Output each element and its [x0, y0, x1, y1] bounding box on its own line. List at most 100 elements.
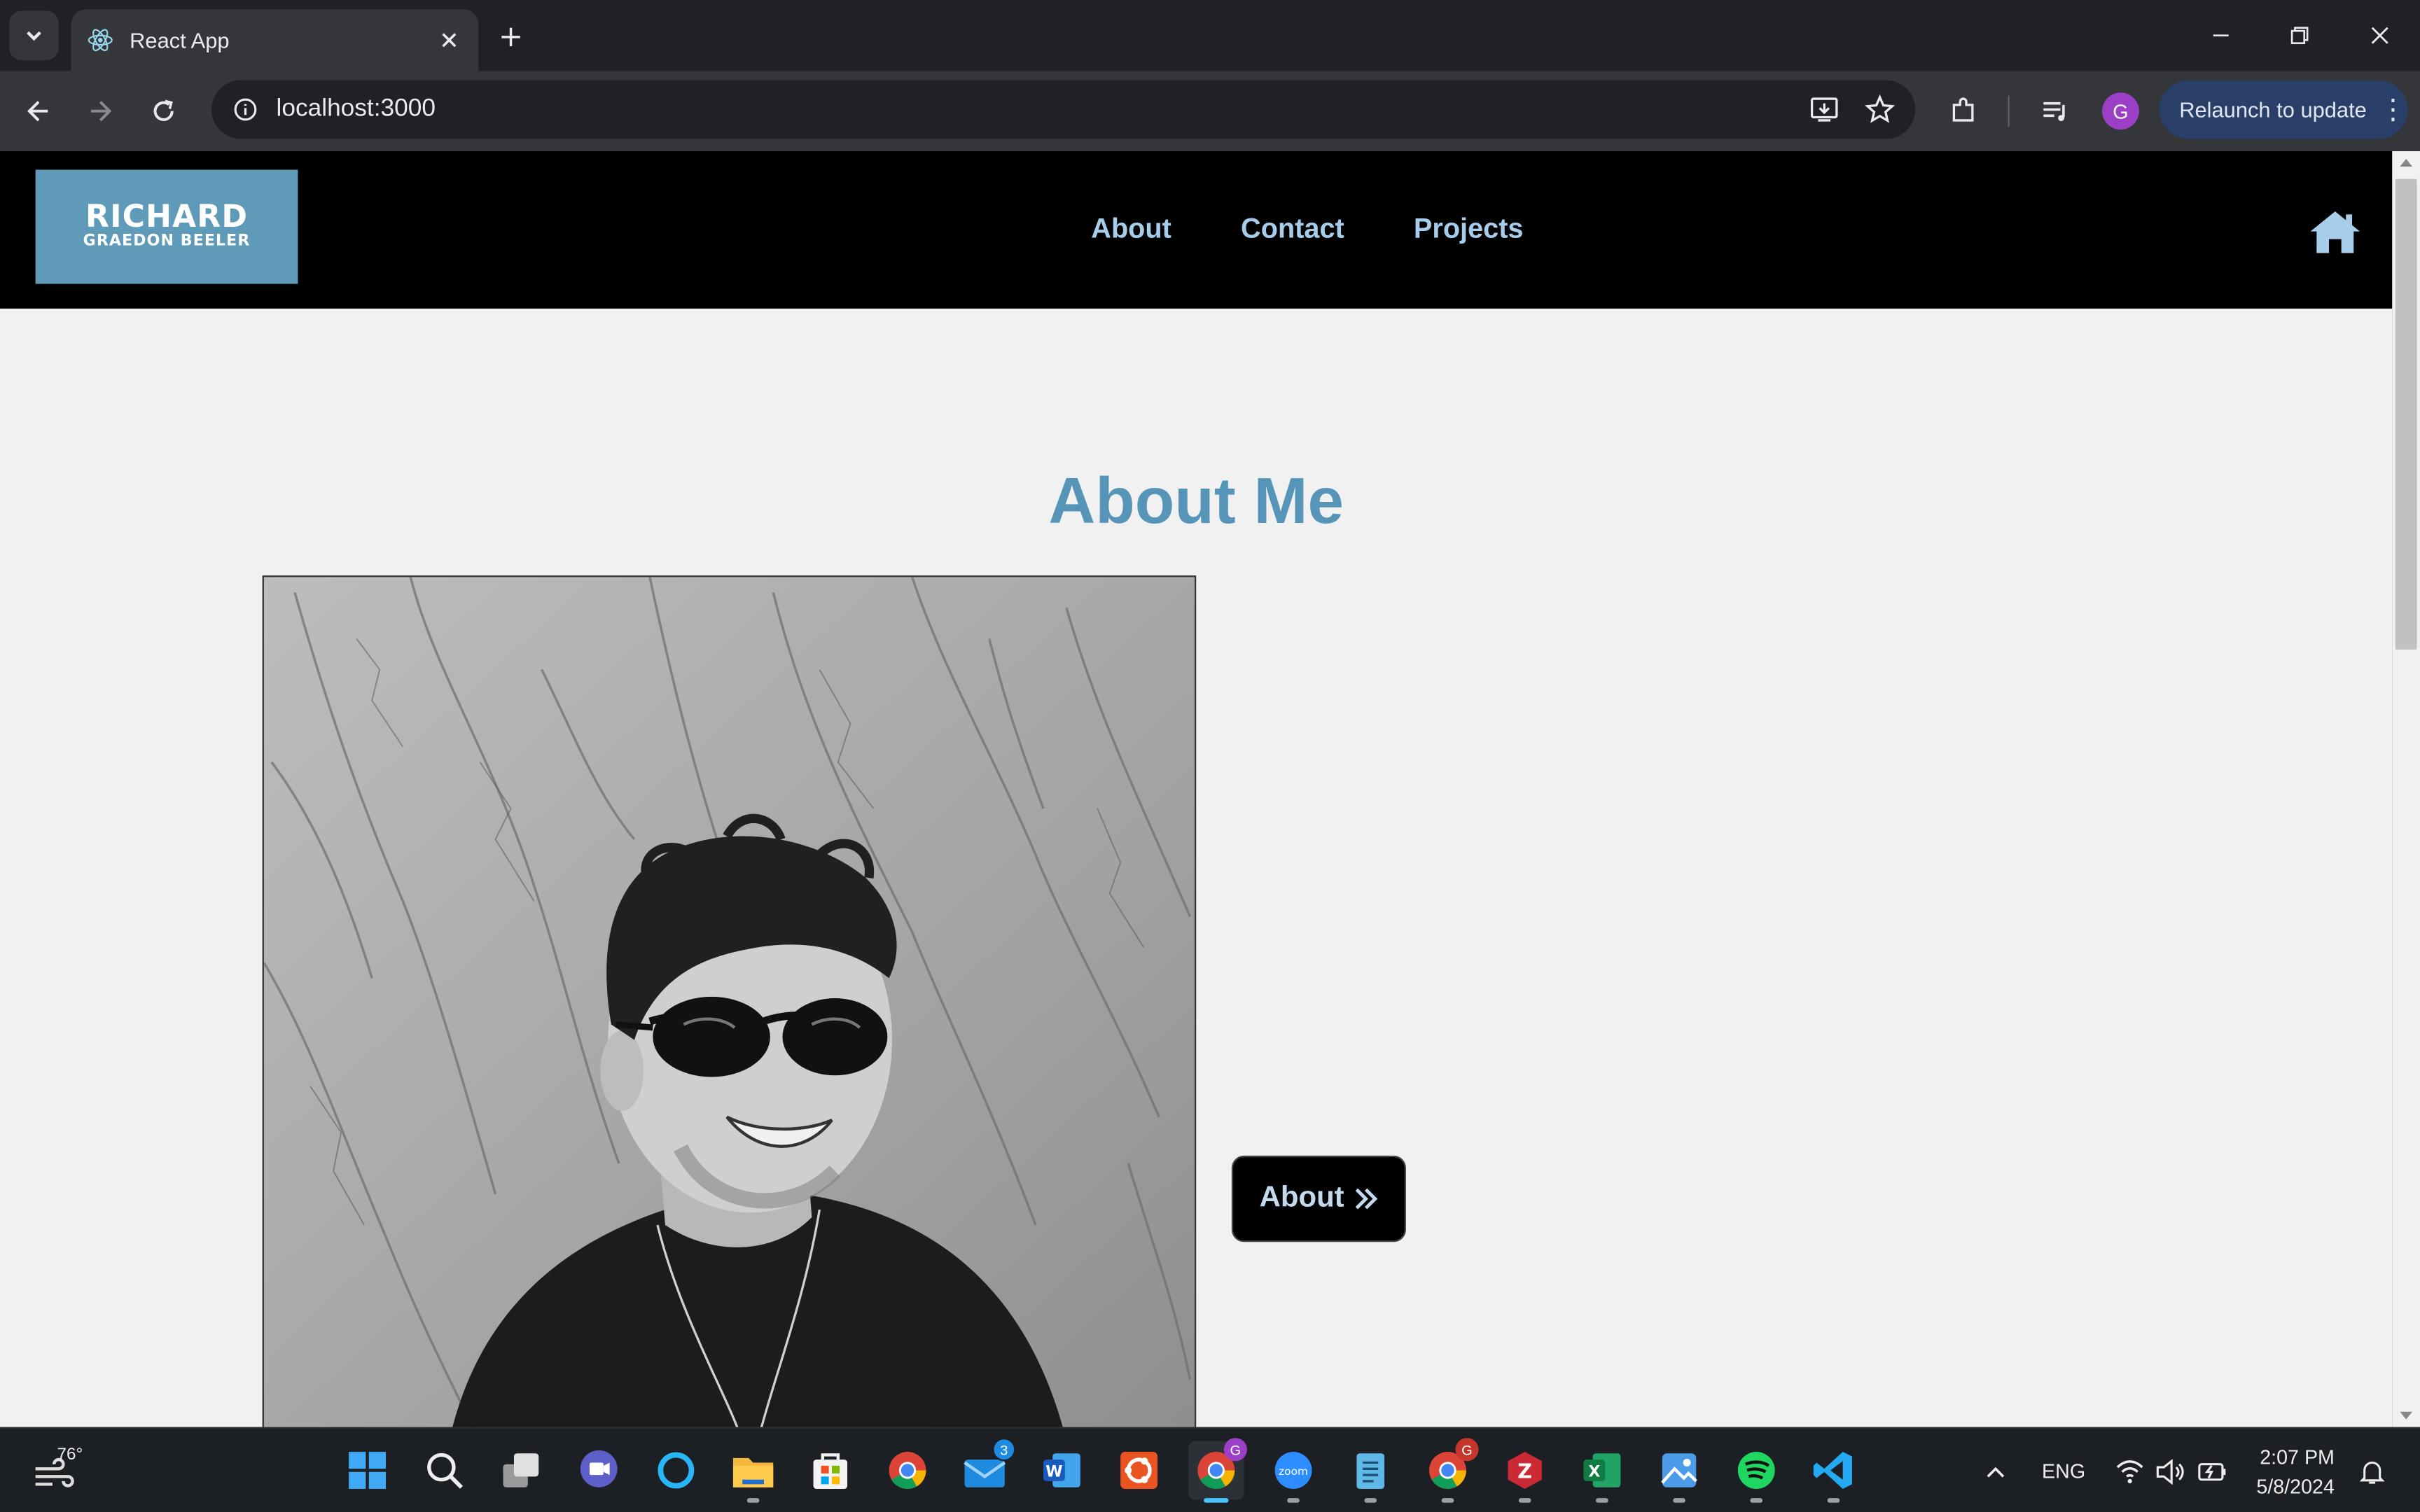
new-tab-button[interactable]: [491, 17, 531, 57]
reload-button[interactable]: [142, 90, 186, 133]
task-view-button[interactable]: [494, 1441, 549, 1500]
close-window-button[interactable]: [2357, 13, 2403, 59]
arrow-left-icon: [27, 101, 48, 122]
spotify-app[interactable]: [1729, 1441, 1784, 1503]
running-indicator: [1596, 1498, 1608, 1503]
scroll-down-arrow-icon[interactable]: [2400, 1411, 2413, 1420]
plus-icon: [501, 27, 520, 47]
profile-photo: [262, 575, 1197, 1427]
taskbar-search[interactable]: [417, 1441, 472, 1500]
chrome-app[interactable]: [879, 1441, 935, 1500]
chrome-profile-badge: G: [1223, 1438, 1247, 1462]
arrow-right-icon: [91, 101, 112, 122]
running-indicator: [1673, 1498, 1685, 1503]
page-heading: About Me: [1048, 464, 1344, 538]
chrome-icon: [889, 1452, 926, 1489]
vscode-app[interactable]: [1806, 1441, 1861, 1503]
photos-app[interactable]: [1651, 1441, 1706, 1503]
spotify-icon: [1737, 1452, 1775, 1489]
forward-button[interactable]: [78, 90, 122, 133]
minimize-button[interactable]: [2198, 13, 2244, 59]
quick-settings[interactable]: [2115, 1429, 2229, 1512]
notification-bell-icon: [2360, 1460, 2385, 1483]
zoom-app[interactable]: zoom: [1265, 1441, 1321, 1503]
mail-badge: 3: [992, 1438, 1016, 1462]
page-scrollbar[interactable]: [2392, 151, 2420, 1427]
about-button-label: About: [1259, 1182, 1344, 1214]
vscode-icon: [1813, 1452, 1852, 1489]
site-info-icon[interactable]: [230, 94, 260, 125]
site-logo[interactable]: RICHARD GRAEDON BEELER: [35, 169, 298, 284]
clock-time: 2:07 PM: [2260, 1446, 2335, 1469]
close-icon: [2371, 27, 2388, 44]
chrome-second-badge: G: [1455, 1438, 1479, 1462]
chrome-profile-app[interactable]: G: [1188, 1438, 1247, 1503]
browser-tab-active[interactable]: React App: [71, 9, 479, 71]
running-indicator: [1518, 1498, 1531, 1503]
nav-link-contact[interactable]: Contact: [1241, 213, 1344, 245]
nav-link-projects[interactable]: Projects: [1414, 213, 1524, 245]
notepad-app[interactable]: [1343, 1441, 1398, 1503]
input-language[interactable]: ENG: [2042, 1429, 2085, 1512]
weather-widget[interactable]: 76°: [31, 1444, 92, 1497]
running-indicator: [1441, 1498, 1454, 1503]
running-indicator: [1750, 1498, 1763, 1503]
microsoft-store-app[interactable]: [802, 1441, 858, 1500]
double-chevron-right-icon: [1355, 1188, 1378, 1210]
media-controls-button[interactable]: [2034, 90, 2078, 133]
about-more-button[interactable]: About: [1231, 1155, 1406, 1242]
site-navbar: RICHARD GRAEDON BEELER About Contact Pro…: [0, 151, 2393, 309]
chevron-up-icon: [1987, 1466, 2005, 1477]
svg-text:Z: Z: [1517, 1460, 1532, 1483]
portrait-image: [263, 577, 1195, 1427]
system-clock[interactable]: 2:07 PM 5/8/2024: [2256, 1443, 2335, 1502]
zotero-icon: Z: [1508, 1452, 1542, 1489]
address-bar[interactable]: localhost:3000: [211, 80, 1916, 139]
home-icon[interactable]: [2309, 209, 2361, 255]
reload-icon: [153, 99, 174, 121]
battery-charging-icon: [2198, 1462, 2226, 1480]
url-text: localhost:3000: [276, 95, 436, 122]
relaunch-label: Relaunch to update: [2179, 97, 2367, 122]
file-explorer-app[interactable]: [725, 1441, 781, 1503]
bookmark-star-icon[interactable]: [1860, 90, 1900, 130]
windows-taskbar: 76° 3 W G zoom G Z X ENG 2:07 PM 5/8/202…: [0, 1427, 2420, 1512]
notepad-icon: [1356, 1453, 1385, 1489]
tab-close-icon[interactable]: [436, 26, 464, 54]
chevron-down-icon: [27, 31, 41, 41]
running-indicator: [1364, 1498, 1377, 1503]
back-button[interactable]: [17, 90, 60, 133]
teams-chat-app[interactable]: [571, 1441, 627, 1500]
word-app[interactable]: W: [1034, 1441, 1090, 1500]
running-indicator: [746, 1498, 760, 1503]
cortana-app[interactable]: [648, 1441, 704, 1500]
folder-icon: [732, 1457, 774, 1488]
scroll-up-arrow-icon[interactable]: [2400, 159, 2413, 167]
more-options-icon[interactable]: ⋮: [2379, 96, 2407, 124]
toolbar-divider: [2008, 95, 2010, 127]
nav-links: About Contact Projects: [1091, 213, 1523, 245]
chrome-app-second[interactable]: G: [1420, 1438, 1479, 1503]
extensions-button[interactable]: [1942, 90, 1985, 133]
restore-button[interactable]: [2276, 13, 2323, 59]
excel-app[interactable]: X: [1574, 1441, 1629, 1503]
install-app-icon[interactable]: [1804, 90, 1844, 130]
weather-temp: 76°: [57, 1446, 83, 1464]
logo-name-rest: GRAEDON BEELER: [83, 232, 251, 251]
mail-app[interactable]: 3: [957, 1438, 1016, 1500]
nav-link-about[interactable]: About: [1091, 213, 1171, 245]
running-indicator: [1827, 1498, 1840, 1503]
show-hidden-icons-button[interactable]: [1983, 1429, 2008, 1512]
start-button[interactable]: [340, 1441, 395, 1500]
zoom-icon: zoom: [1274, 1452, 1312, 1489]
chat-icon: [580, 1450, 618, 1488]
clock-date: 5/8/2024: [2256, 1475, 2335, 1499]
relaunch-update-button[interactable]: Relaunch to update ⋮: [2159, 80, 2408, 139]
tab-search-button[interactable]: [9, 10, 59, 60]
scrollbar-thumb[interactable]: [2395, 178, 2417, 650]
zotero-app[interactable]: Z: [1497, 1441, 1552, 1503]
ubuntu-app[interactable]: [1111, 1441, 1167, 1500]
profile-avatar[interactable]: G: [2101, 92, 2139, 130]
notifications-button[interactable]: [2360, 1429, 2385, 1512]
browser-toolbar: localhost:3000 G Relaunch to update ⋮: [0, 71, 2420, 152]
